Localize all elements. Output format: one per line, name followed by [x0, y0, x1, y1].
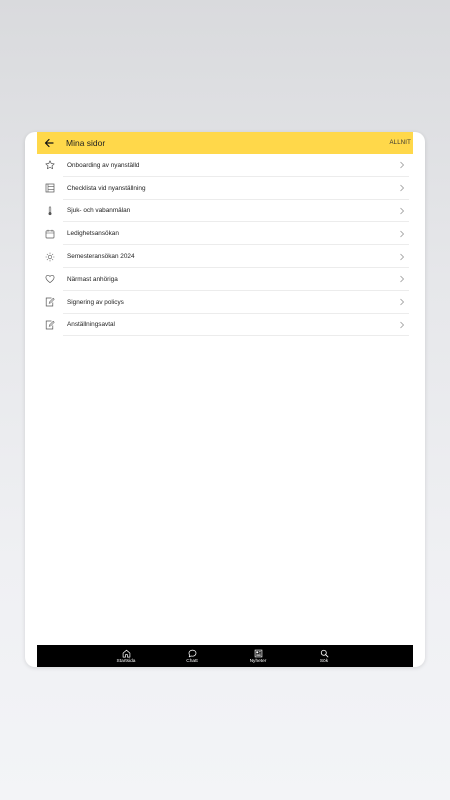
tab-sok[interactable]: Sök: [304, 648, 344, 664]
chevron-right-icon: [399, 253, 405, 261]
tab-startsida[interactable]: Startsida: [106, 648, 146, 664]
list-item-label: Signering av policys: [67, 298, 124, 306]
list-item-leave-request[interactable]: Ledighetsansökan: [37, 222, 413, 245]
list-item-sick-leave[interactable]: Sjuk- och vabanmälan: [37, 200, 413, 223]
chevron-right-icon: [399, 230, 405, 238]
back-button[interactable]: [38, 132, 60, 154]
list-item-label: Ledighetsansökan: [67, 230, 119, 238]
chevron-right-icon: [399, 161, 405, 169]
list-item-label: Semesteransökan 2024: [67, 253, 135, 261]
chevron-right-icon: [399, 275, 405, 283]
bottom-navigation: Startsida Chatt Nyheter Sök: [37, 645, 413, 667]
list-item-label: Anställningsavtal: [67, 321, 115, 329]
header-action-button[interactable]: ALLNIT: [389, 140, 411, 146]
list-item-label: Checklista vid nyanställning: [67, 184, 146, 192]
list-item-policy-signing[interactable]: Signering av policys: [37, 291, 413, 314]
list-item-checklist[interactable]: Checklista vid nyanställning: [37, 177, 413, 200]
checklist-icon: [43, 181, 57, 195]
list-item-employment-contract[interactable]: Anställningsavtal: [37, 314, 413, 337]
app-bar: Mina sidor ALLNIT: [37, 132, 413, 154]
chevron-right-icon: [399, 298, 405, 306]
list-item-vacation-request[interactable]: Semesteransökan 2024: [37, 245, 413, 268]
calendar-icon: [43, 227, 57, 241]
chevron-right-icon: [399, 184, 405, 192]
tab-label: Sök: [319, 659, 329, 664]
search-icon: [319, 648, 329, 658]
sign-document-icon: [43, 295, 57, 309]
home-icon: [121, 648, 131, 658]
star-icon: [43, 158, 57, 172]
device-frame: Mina sidor ALLNIT Onboarding av nyanstäl…: [25, 132, 425, 667]
sign-document-icon: [43, 318, 57, 332]
list-item-label: Närmast anhöriga: [67, 275, 118, 283]
tab-label: Startsida: [116, 659, 136, 664]
list-item-onboarding[interactable]: Onboarding av nyanställd: [37, 154, 413, 177]
thermometer-icon: [43, 204, 57, 218]
chevron-right-icon: [399, 321, 405, 329]
page-title: Mina sidor: [66, 138, 106, 148]
chevron-right-icon: [399, 207, 405, 215]
list-item-label: Sjuk- och vabanmälan: [67, 207, 131, 215]
news-icon: [253, 648, 263, 658]
tab-nyheter[interactable]: Nyheter: [238, 648, 278, 664]
tab-label: Nyheter: [249, 659, 267, 664]
sun-icon: [43, 250, 57, 264]
heart-icon: [43, 272, 57, 286]
tab-chatt[interactable]: Chatt: [172, 648, 212, 664]
chat-icon: [187, 648, 197, 658]
list-item-label: Onboarding av nyanställd: [67, 161, 140, 169]
app-screen: Mina sidor ALLNIT Onboarding av nyanstäl…: [37, 132, 413, 667]
list-item-next-of-kin[interactable]: Närmast anhöriga: [37, 268, 413, 291]
arrow-left-icon: [44, 138, 54, 148]
tab-label: Chatt: [186, 659, 198, 664]
menu-list: Onboarding av nyanställd Checklista vid …: [37, 154, 413, 337]
